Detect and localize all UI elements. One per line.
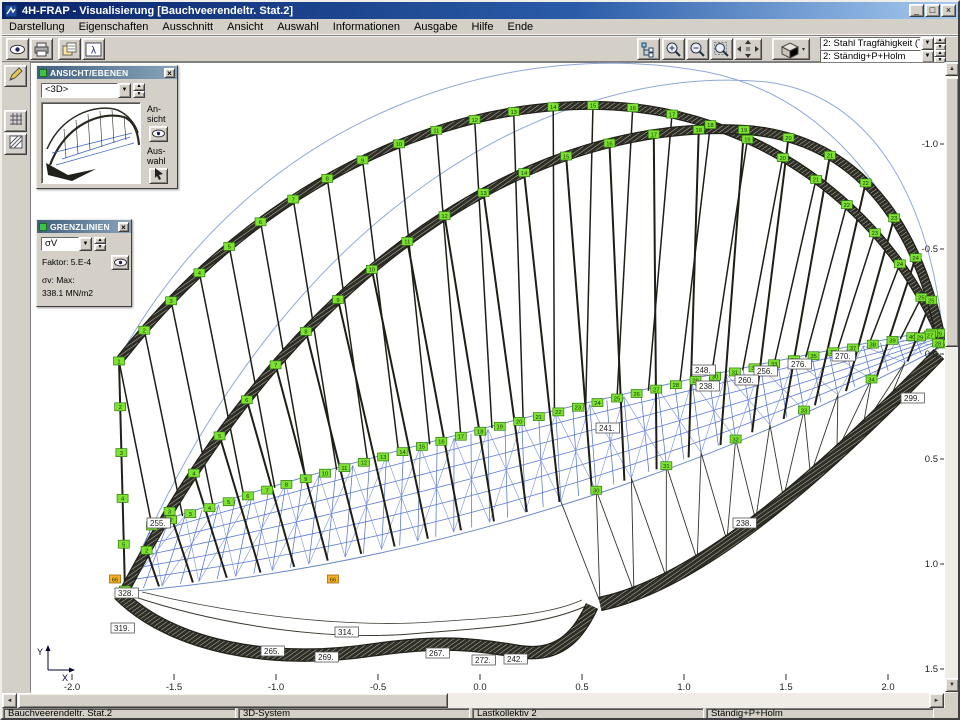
- print-button[interactable]: [30, 38, 53, 60]
- result-type-combo[interactable]: σV ▼ ▲ ▼: [41, 237, 106, 251]
- ansicht-panel-title: ANSICHT/EBENEN: [50, 68, 128, 78]
- panel-icon: [39, 223, 47, 231]
- app-window: 4H-FRAP - Visualisierung [Bauchveerendel…: [0, 0, 960, 720]
- resize-grip[interactable]: [936, 708, 957, 719]
- main-toolbar: λ 2: Stahl Tragfähigkeit (Th. 2. O ▼ ▲ ▼: [2, 35, 958, 62]
- chevron-down-icon[interactable]: ▼: [921, 37, 934, 50]
- menu-ansicht[interactable]: Ansicht: [220, 20, 270, 34]
- vertical-scrollbar[interactable]: ▲ ▼: [945, 62, 959, 693]
- result-type-value: σV: [41, 237, 79, 251]
- horizontal-scrollbar[interactable]: ◄ ►: [2, 693, 945, 708]
- cube-icon: [776, 39, 806, 59]
- view-select-combo[interactable]: <3D> ▼ ▲ ▼: [41, 83, 145, 98]
- max-value: 338.1 MN/m2: [42, 288, 93, 299]
- menu-eigenschaften[interactable]: Eigenschaften: [72, 20, 156, 34]
- menu-informationen[interactable]: Informationen: [326, 20, 407, 34]
- side-toolbar: [2, 62, 30, 693]
- zoom-in-icon: [665, 41, 682, 58]
- close-icon[interactable]: ×: [164, 68, 175, 78]
- load-case-combo[interactable]: 2: Stahl Tragfähigkeit (Th. 2. O ▼ ▲ ▼: [820, 37, 946, 50]
- view-preview[interactable]: [41, 102, 141, 184]
- grenzlinien-view-button[interactable]: [111, 255, 129, 270]
- grenzlinien-panel-titlebar[interactable]: GRENZLINIEN ×: [37, 220, 131, 233]
- max-label: σv: Max:: [42, 275, 75, 286]
- zoom-out-icon: [689, 41, 706, 58]
- menu-ausschnitt[interactable]: Ausschnitt: [155, 20, 220, 34]
- ansicht-ebenen-panel: ANSICHT/EBENEN × <3D> ▼ ▲ ▼: [36, 65, 178, 189]
- status-loadcase: Lastkollektiv 2: [472, 708, 704, 719]
- edit-mode-button[interactable]: [4, 65, 27, 87]
- pan-button[interactable]: [734, 38, 762, 60]
- menu-darstellung[interactable]: Darstellung: [2, 20, 72, 34]
- close-button[interactable]: ×: [941, 4, 956, 17]
- load-case-value: 2: Stahl Tragfähigkeit (Th. 2. O: [820, 37, 921, 50]
- lambda-icon: λ: [85, 41, 102, 58]
- view-3d-button[interactable]: [772, 38, 810, 60]
- status-bar: Bauchveerendeltr. Stat.2 3D-System Lastk…: [2, 708, 958, 720]
- status-combination: Ständig+P+Holm: [706, 708, 934, 719]
- auswahl-label: Aus-wahl: [147, 146, 166, 166]
- app-icon[interactable]: [4, 4, 18, 18]
- results-button[interactable]: λ: [82, 38, 105, 60]
- window-title: 4H-FRAP - Visualisierung [Bauchveerendel…: [22, 5, 908, 17]
- close-icon[interactable]: ×: [118, 222, 129, 232]
- hatch-toggle-button[interactable]: [4, 133, 27, 155]
- tree-icon: [640, 41, 657, 58]
- eye-icon: [152, 125, 165, 143]
- faktor-text: Faktor: 5.E-4: [42, 257, 91, 268]
- ansicht-panel-titlebar[interactable]: ANSICHT/EBENEN ×: [37, 66, 177, 79]
- restore-button[interactable]: □: [925, 4, 940, 17]
- ansicht-view-button[interactable]: [149, 126, 168, 142]
- case-spinner-up[interactable]: ▲: [934, 37, 946, 44]
- cursor-icon: [153, 167, 165, 185]
- eye-icon: [114, 254, 127, 272]
- status-project: Bauchveerendeltr. Stat.2: [3, 708, 236, 719]
- auswahl-select-button[interactable]: [149, 168, 168, 184]
- view-spinner-up[interactable]: ▲: [133, 83, 145, 91]
- menu-ausgabe[interactable]: Ausgabe: [407, 20, 464, 34]
- menu-bar: Darstellung Eigenschaften Ausschnitt Ans…: [2, 19, 958, 35]
- mesh-toggle-button[interactable]: [4, 110, 27, 132]
- grid-icon: [8, 111, 24, 132]
- grenzlinien-panel-title: GRENZLINIEN: [50, 222, 110, 232]
- cards-icon: [61, 41, 78, 58]
- pan-arrows-icon: [736, 39, 760, 59]
- result-spinner-down[interactable]: ▼: [94, 244, 106, 251]
- view-spinner-down[interactable]: ▼: [133, 91, 145, 99]
- printer-icon: [33, 41, 50, 58]
- eye-icon: [9, 41, 26, 58]
- preview-thumbnail: [42, 103, 140, 183]
- tables-button[interactable]: [58, 38, 81, 60]
- ansicht-label: An-sicht: [147, 104, 166, 124]
- menu-ende[interactable]: Ende: [500, 20, 540, 34]
- status-system: 3D-System: [238, 708, 470, 719]
- pencil-icon: [8, 66, 24, 87]
- result-spinner-up[interactable]: ▲: [94, 237, 106, 244]
- grenzlinien-panel: GRENZLINIEN × σV ▼ ▲ ▼ Faktor: 5.E-4 σv:…: [36, 219, 132, 307]
- zoom-out-button[interactable]: [686, 38, 709, 60]
- scroll-down-icon[interactable]: ▼: [945, 678, 959, 692]
- title-bar[interactable]: 4H-FRAP - Visualisierung [Bauchveerendel…: [2, 2, 958, 19]
- vertical-scroll-thumb[interactable]: [945, 77, 959, 347]
- horizontal-scroll-thumb[interactable]: [18, 693, 448, 708]
- view-select-value: <3D>: [41, 83, 118, 98]
- structure-tree-button[interactable]: [637, 38, 660, 60]
- chevron-down-icon[interactable]: ▼: [79, 237, 92, 251]
- panel-icon: [39, 69, 47, 77]
- combination-spinner-up[interactable]: ▲: [934, 50, 946, 57]
- scroll-up-icon[interactable]: ▲: [945, 62, 959, 76]
- zoom-fit-button[interactable]: [710, 38, 733, 60]
- scroll-left-icon[interactable]: ◄: [2, 693, 17, 708]
- menu-hilfe[interactable]: Hilfe: [464, 20, 500, 34]
- svg-text:λ: λ: [91, 45, 96, 56]
- menu-auswahl[interactable]: Auswahl: [270, 20, 326, 34]
- scroll-right-icon[interactable]: ►: [929, 693, 944, 708]
- minimize-button[interactable]: _: [909, 4, 924, 17]
- zoom-fit-icon: [713, 41, 730, 58]
- zoom-in-button[interactable]: [662, 38, 685, 60]
- hatch-icon: [8, 134, 24, 155]
- chevron-down-icon[interactable]: ▼: [118, 83, 131, 98]
- view-button[interactable]: [6, 38, 29, 60]
